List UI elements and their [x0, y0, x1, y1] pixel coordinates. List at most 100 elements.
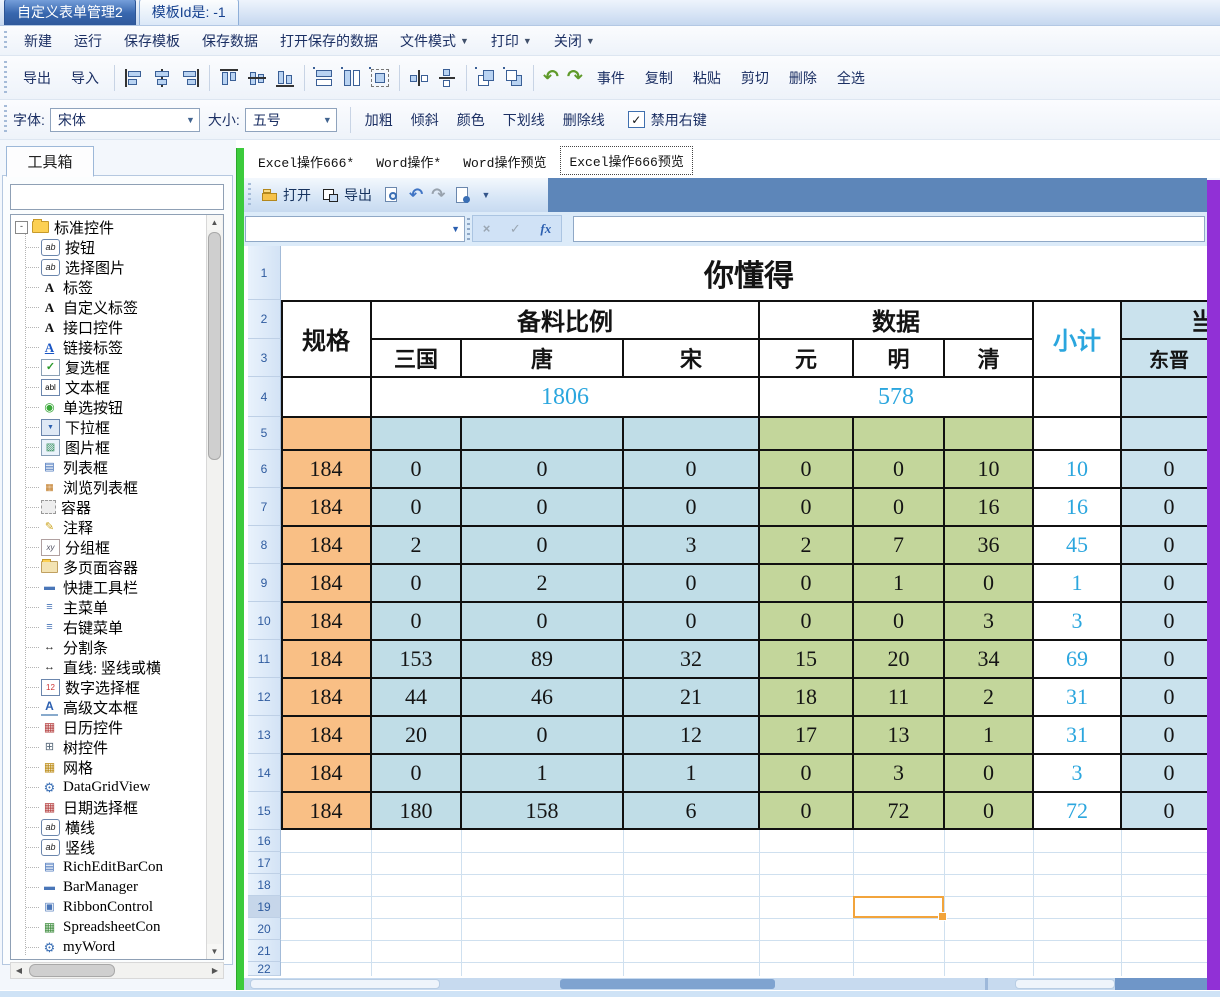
format-button-2[interactable]: 颜色	[448, 110, 494, 130]
sheet-export-button[interactable]: 导出	[344, 185, 372, 205]
doc-tab-1[interactable]: Word操作*	[368, 148, 449, 175]
header-cell[interactable]: 规格	[281, 300, 371, 377]
data-cell[interactable]: 72	[853, 792, 944, 830]
dropdown-arrow-icon[interactable]: ▼	[482, 190, 491, 200]
grid-cell[interactable]	[1121, 377, 1217, 417]
header-cell[interactable]: 宋	[623, 339, 759, 377]
toolbox-item-5[interactable]: A接口控件	[11, 317, 207, 337]
same-width-icon[interactable]	[313, 67, 335, 89]
action-button-1[interactable]: 复制	[635, 68, 683, 88]
open-folder-icon[interactable]	[260, 185, 280, 205]
row-header[interactable]: 20	[248, 918, 281, 940]
data-cell[interactable]: 2	[944, 678, 1033, 716]
toolbox-item-28[interactable]: ⚙DataGridView	[11, 777, 207, 797]
data-cell[interactable]: 0	[853, 450, 944, 488]
align-bottom-icon[interactable]	[274, 67, 296, 89]
data-cell[interactable]: 3	[1033, 602, 1121, 640]
data-cell[interactable]: 184	[281, 678, 371, 716]
toolbox-item-22[interactable]: ↔直线: 竖线或横	[11, 657, 207, 677]
row-header[interactable]: 4	[248, 377, 281, 417]
grid-cell[interactable]	[461, 417, 623, 450]
print-preview-icon[interactable]	[382, 185, 402, 205]
scroll-up-icon[interactable]: ▲	[207, 215, 222, 230]
menu-item-5[interactable]: 文件模式▼	[389, 31, 480, 51]
toolbox-item-10[interactable]: ▼下拉框	[11, 417, 207, 437]
grid-cell[interactable]	[371, 417, 461, 450]
toolbox-item-29[interactable]: ▦日期选择框	[11, 797, 207, 817]
data-cell[interactable]: 184	[281, 754, 371, 792]
toolbox-item-12[interactable]: ▤列表框	[11, 457, 207, 477]
data-cell[interactable]: 0	[461, 488, 623, 526]
toolbox-item-3[interactable]: A标签	[11, 277, 207, 297]
grid-cell[interactable]	[623, 417, 759, 450]
toolbox-item-24[interactable]: A高级文本框	[11, 697, 207, 717]
align-middle-icon[interactable]	[246, 67, 268, 89]
data-cell[interactable]: 13	[853, 716, 944, 754]
data-cell[interactable]: 0	[759, 792, 853, 830]
doc-tab-3[interactable]: Excel操作666预览	[560, 146, 692, 175]
data-cell[interactable]: 0	[623, 488, 759, 526]
redo-arrow-icon[interactable]: ↷	[431, 185, 445, 205]
data-cell[interactable]: 0	[1121, 640, 1217, 678]
tree-vertical-scrollbar[interactable]: ▲ ▼	[206, 215, 223, 959]
data-cell[interactable]: 0	[1121, 754, 1217, 792]
scroll-down-icon[interactable]: ▼	[207, 944, 222, 959]
data-cell[interactable]: 0	[1121, 450, 1217, 488]
data-cell[interactable]: 20	[853, 640, 944, 678]
header-cell[interactable]: 备料比例	[371, 300, 759, 339]
header-cell[interactable]: 东晋	[1121, 339, 1217, 377]
selected-cell[interactable]	[853, 896, 944, 918]
toolbox-item-32[interactable]: ▤RichEditBarCon	[11, 857, 207, 877]
data-cell[interactable]: 0	[461, 602, 623, 640]
header-cell[interactable]: 元	[759, 339, 853, 377]
toolbox-item-9[interactable]: ◉单选按钮	[11, 397, 207, 417]
data-cell[interactable]: 0	[371, 754, 461, 792]
row-header[interactable]: 1	[248, 246, 281, 300]
send-back-icon[interactable]	[503, 67, 525, 89]
toolbox-item-1[interactable]: ab按钮	[11, 237, 207, 257]
data-cell[interactable]: 184	[281, 564, 371, 602]
row-header[interactable]: 19	[248, 896, 281, 918]
data-cell[interactable]: 16	[944, 488, 1033, 526]
data-cell[interactable]: 17	[759, 716, 853, 754]
menu-item-0[interactable]: 新建	[13, 31, 63, 51]
undo-icon[interactable]: ↶	[543, 67, 559, 89]
data-cell[interactable]: 31	[1033, 716, 1121, 754]
row-header[interactable]: 6	[248, 450, 281, 488]
data-cell[interactable]: 15	[759, 640, 853, 678]
menu-item-3[interactable]: 保存数据	[191, 31, 269, 51]
data-cell[interactable]: 0	[461, 716, 623, 754]
grid-cell[interactable]	[1121, 417, 1217, 450]
data-cell[interactable]: 7	[853, 526, 944, 564]
grid-cell[interactable]	[759, 417, 853, 450]
toolbox-item-0[interactable]: -标准控件	[11, 217, 207, 237]
row-header[interactable]: 14	[248, 754, 281, 792]
toolbar-grip[interactable]	[4, 31, 7, 50]
data-cell[interactable]: 0	[371, 602, 461, 640]
toolbox-item-2[interactable]: ab选择图片	[11, 257, 207, 277]
window-tab-1[interactable]: 模板Id是: -1	[139, 0, 239, 25]
scrollbar-thumb[interactable]	[1015, 979, 1115, 989]
fx-icon[interactable]: fx	[540, 221, 551, 237]
font-select[interactable]: 宋体 ▼	[50, 108, 200, 132]
data-cell[interactable]: 0	[1121, 602, 1217, 640]
toolbox-item-33[interactable]: ▬BarManager	[11, 877, 207, 897]
data-cell[interactable]: 0	[853, 602, 944, 640]
toolbox-item-21[interactable]: ↔分割条	[11, 637, 207, 657]
grid-cell[interactable]	[1033, 417, 1121, 450]
grid-cell[interactable]	[1033, 377, 1121, 417]
row-header[interactable]: 16	[248, 830, 281, 852]
data-cell[interactable]: 34	[944, 640, 1033, 678]
data-cell[interactable]: 21	[623, 678, 759, 716]
toolbox-item-8[interactable]: abl文本框	[11, 377, 207, 397]
total-cell[interactable]: 578	[759, 377, 1033, 417]
export-button[interactable]: 导出	[13, 68, 61, 88]
row-header[interactable]: 15	[248, 792, 281, 830]
toolbox-item-34[interactable]: ▣RibbonControl	[11, 897, 207, 917]
formula-input[interactable]	[573, 216, 1205, 242]
data-cell[interactable]: 2	[461, 564, 623, 602]
total-cell[interactable]: 1806	[371, 377, 759, 417]
scrollbar-thumb[interactable]	[560, 979, 775, 989]
format-button-3[interactable]: 下划线	[494, 110, 554, 130]
data-cell[interactable]: 0	[759, 754, 853, 792]
